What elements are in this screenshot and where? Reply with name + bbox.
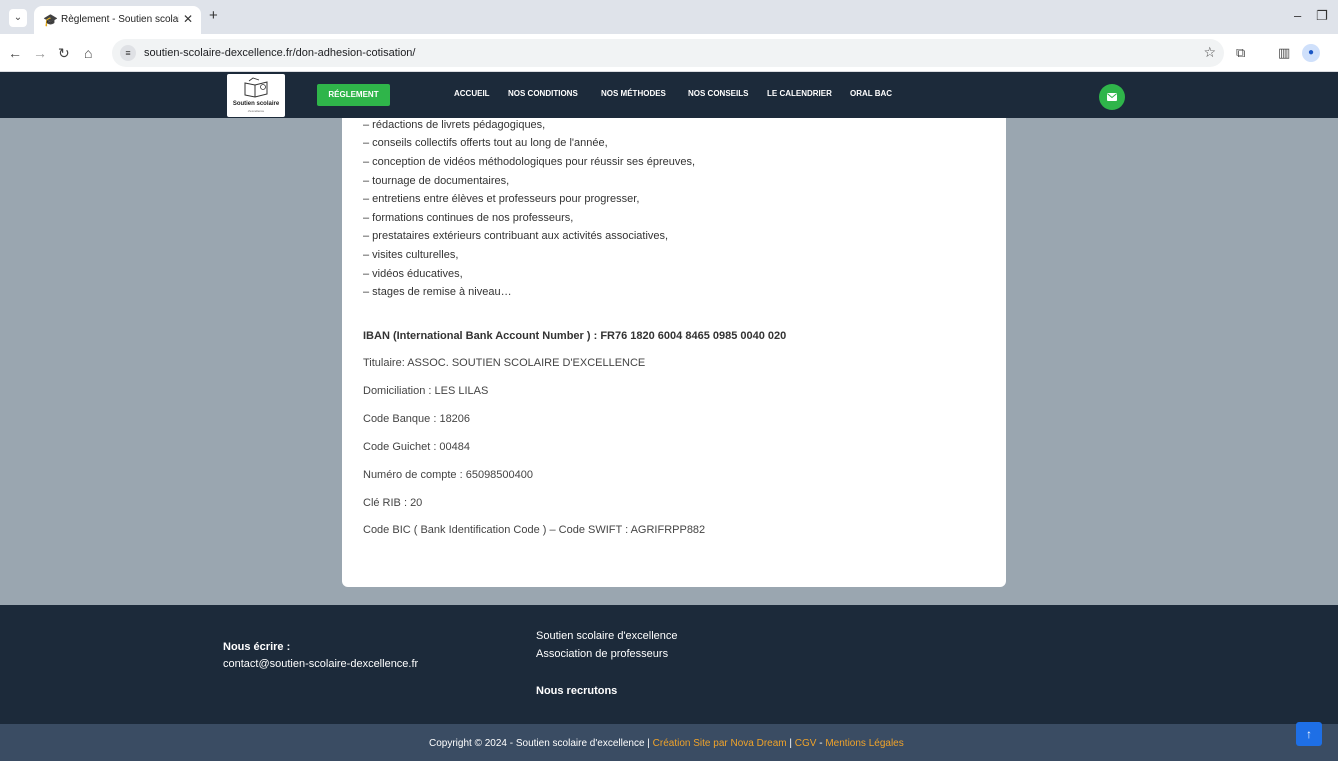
star-icon[interactable]: ☆: [1203, 44, 1216, 61]
back-arrow-icon[interactable]: ←: [8, 45, 22, 61]
copyright-bar: Copyright © 2024 - Soutien scolaire d'ex…: [0, 724, 1338, 761]
arrow-up-icon[interactable]: ↑: [1296, 722, 1322, 746]
minimize-icon[interactable]: –: [1294, 8, 1301, 24]
account-holder: Titulaire: ASSOC. SOUTIEN SCOLAIRE D'EXC…: [363, 357, 646, 369]
list-item: – formations continues de nos professeur…: [363, 212, 574, 224]
reload-icon[interactable]: ↻: [58, 45, 70, 61]
legal-link[interactable]: Mentions Légales: [825, 738, 903, 749]
content-card: – rédactions de livrets pédagogiques, – …: [342, 118, 1006, 587]
logo-subtext: d'excellence: [247, 109, 265, 113]
list-item: – stages de remise à niveau…: [363, 286, 512, 298]
home-icon[interactable]: ⌂: [84, 45, 92, 61]
url-field[interactable]: ≡ soutien-scolaire-dexcellence.fr/don-ad…: [112, 39, 1224, 67]
chevron-down-icon[interactable]: ⌄: [9, 9, 27, 27]
iban-heading: IBAN (International Bank Account Number …: [363, 330, 787, 342]
puzzle-icon[interactable]: ⧉: [1236, 45, 1245, 61]
recruit-link[interactable]: Nous recrutons: [536, 684, 617, 698]
graduation-cap-icon: 🎓: [43, 13, 58, 27]
envelope-icon[interactable]: [1099, 84, 1125, 110]
org-name: Soutien scolaire d'excellence: [536, 630, 678, 642]
list-item: – rédactions de livrets pédagogiques,: [363, 119, 546, 131]
forward-arrow-icon[interactable]: →: [33, 45, 47, 61]
profile-icon[interactable]: ●: [1302, 44, 1320, 62]
separator: |: [786, 738, 795, 749]
browser-tab-bar: ⌄ 🎓 Règlement - Soutien scolaire d' ✕ + …: [0, 0, 1338, 34]
contact-title: Nous écrire :: [223, 641, 291, 653]
separator: -: [816, 738, 826, 749]
browser-tab[interactable]: 🎓 Règlement - Soutien scolaire d' ✕: [34, 6, 201, 34]
list-item: – visites culturelles,: [363, 249, 459, 261]
restore-icon[interactable]: ❐: [1316, 8, 1328, 24]
cgv-link[interactable]: CGV: [795, 738, 817, 749]
copyright-label: Copyright © 2024 - Soutien scolaire d'ex…: [429, 738, 653, 749]
side-panel-icon[interactable]: ▥: [1278, 45, 1290, 61]
contact-email-link[interactable]: contact@soutien-scolaire-dexcellence.fr: [223, 657, 418, 671]
list-item: – prestataires extérieurs contribuant au…: [363, 230, 669, 242]
tab-title: Règlement - Soutien scolaire d': [61, 14, 179, 25]
plus-icon[interactable]: +: [209, 7, 218, 25]
close-icon[interactable]: ✕: [183, 12, 193, 26]
list-item: – entretiens entre élèves et professeurs…: [363, 193, 640, 205]
address-bar: ← → ↻ ⌂ ≡ soutien-scolaire-dexcellence.f…: [0, 34, 1338, 72]
site-settings-icon[interactable]: ≡: [120, 45, 136, 61]
list-item: – vidéos éducatives,: [363, 268, 463, 280]
logo-text: Soutien scolaire: [232, 101, 280, 107]
domiciliation: Domiciliation : LES LILAS: [363, 385, 489, 397]
bank-code: Code Banque : 18206: [363, 413, 471, 425]
nav-conditions[interactable]: NOS CONDITIONS: [508, 89, 578, 99]
credit-link[interactable]: Création Site par Nova Dream: [653, 738, 787, 749]
account-number: Numéro de compte : 65098500400: [363, 469, 534, 481]
nav-conseils[interactable]: NOS CONSEILS: [688, 89, 748, 99]
nav-accueil[interactable]: ACCUEIL: [454, 89, 490, 99]
book-logo-icon: [244, 77, 268, 98]
copyright-text: Copyright © 2024 - Soutien scolaire d'ex…: [429, 738, 904, 750]
rib-key: Clé RIB : 20: [363, 497, 423, 509]
list-item: – conception de vidéos méthodologiques p…: [363, 156, 696, 168]
branch-code: Code Guichet : 00484: [363, 441, 471, 453]
reglement-button[interactable]: RÉGLEMENT: [317, 84, 390, 106]
list-item: – conseils collectifs offerts tout au lo…: [363, 137, 608, 149]
bic-swift: Code BIC ( Bank Identification Code ) – …: [363, 524, 706, 536]
nav-calendrier[interactable]: LE CALENDRIER: [767, 89, 832, 99]
site-footer: Nous écrire : contact@soutien-scolaire-d…: [0, 605, 1338, 724]
nav-methodes[interactable]: NOS MÉTHODES: [601, 89, 666, 99]
url-text: soutien-scolaire-dexcellence.fr/don-adhe…: [144, 47, 416, 59]
site-header: Soutien scolaire d'excellence RÉGLEMENT …: [0, 72, 1338, 118]
org-description: Association de professeurs: [536, 648, 669, 660]
logo[interactable]: Soutien scolaire d'excellence: [227, 74, 285, 117]
nav-oral-bac[interactable]: ORAL BAC: [850, 89, 892, 99]
list-item: – tournage de documentaires,: [363, 175, 510, 187]
